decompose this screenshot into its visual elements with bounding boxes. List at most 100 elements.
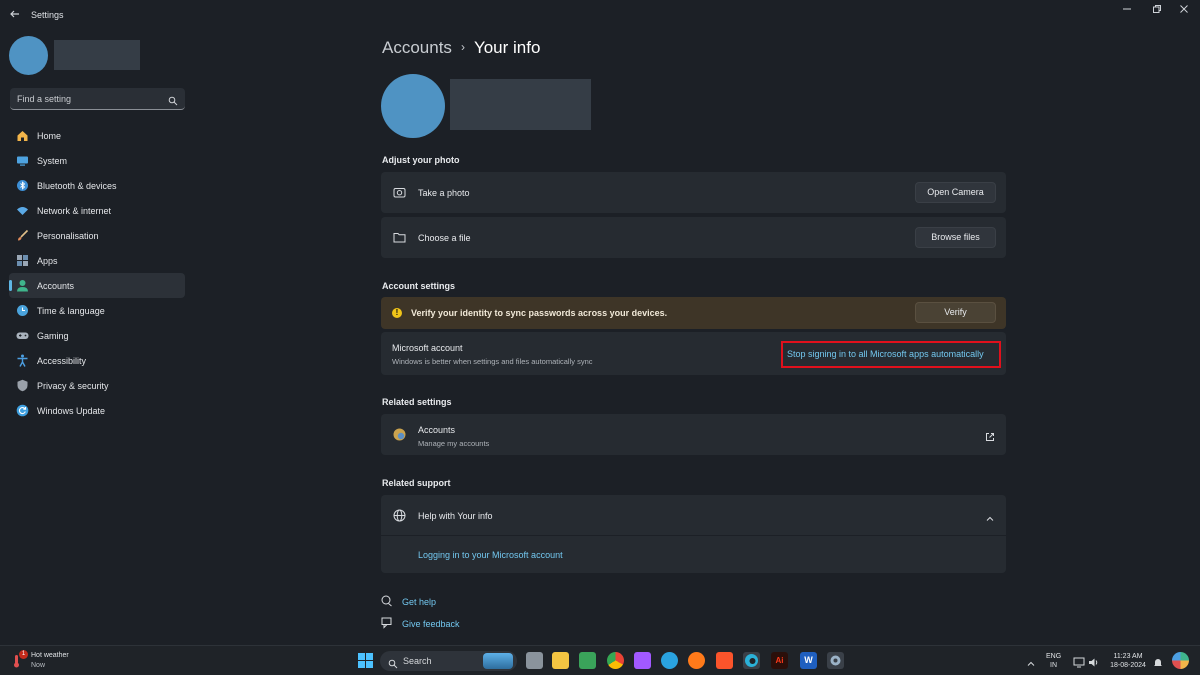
profile-name-redacted [450, 79, 591, 130]
sidebar-item-windows-update[interactable]: Windows Update [9, 398, 185, 423]
take-photo-label: Take a photo [418, 188, 470, 198]
user-avatar[interactable] [9, 36, 48, 75]
microsoft-account-subtitle: Windows is better when settings and file… [392, 357, 593, 366]
back-arrow-icon[interactable] [9, 8, 23, 22]
chevron-up-icon[interactable] [985, 511, 995, 521]
help-your-info-header[interactable]: Help with Your info [381, 495, 1006, 536]
sidebar-item-accessibility[interactable]: Accessibility [9, 348, 185, 373]
weather-badge: 1 [19, 650, 28, 659]
open-camera-button[interactable]: Open Camera [915, 182, 996, 203]
profile-avatar [381, 74, 445, 138]
sidebar-item-apps[interactable]: Apps [9, 248, 185, 273]
sidebar-item-privacy[interactable]: Privacy & security [9, 373, 185, 398]
clock-globe-icon [16, 304, 29, 317]
person-icon [16, 279, 29, 292]
sidebar-item-label: Gaming [37, 331, 69, 341]
close-icon[interactable] [1177, 4, 1191, 18]
sidebar-item-accounts[interactable]: Accounts [9, 273, 185, 298]
verify-identity-text: Verify your identity to sync passwords a… [411, 308, 668, 318]
breadcrumb: Accounts › Your info [382, 38, 540, 58]
telegram-icon[interactable] [661, 652, 678, 669]
accounts-globe-icon [393, 428, 406, 441]
browse-files-button[interactable]: Browse files [915, 227, 996, 248]
get-help-link[interactable]: Get help [402, 597, 436, 607]
weather-title: Hot weather [31, 652, 69, 659]
globe-icon [393, 509, 406, 522]
highlight-box [781, 341, 1001, 368]
sidebar-item-network[interactable]: Network & internet [9, 198, 185, 223]
clock-time[interactable]: 11:23 AM [1108, 652, 1148, 661]
controller-icon [16, 329, 29, 342]
copilot-icon[interactable] [1172, 652, 1189, 669]
app-green-icon[interactable] [579, 652, 596, 669]
help-your-info-title: Help with Your info [418, 511, 493, 521]
sidebar-item-label: Bluetooth & devices [37, 181, 117, 191]
find-setting-search-input[interactable]: Find a setting [10, 88, 185, 110]
title-bar: Settings [0, 0, 1200, 32]
user-name-redacted [54, 40, 140, 70]
accessibility-icon [16, 354, 29, 367]
sidebar-item-bluetooth[interactable]: Bluetooth & devices [9, 173, 185, 198]
firefox-icon[interactable] [688, 652, 705, 669]
brave-icon[interactable] [716, 652, 733, 669]
minimize-icon[interactable] [1120, 4, 1134, 18]
volume-icon[interactable] [1088, 655, 1100, 667]
search-highlight-image [483, 653, 513, 669]
chrome-icon[interactable] [607, 652, 624, 669]
breadcrumb-parent[interactable]: Accounts [382, 38, 452, 57]
verify-button[interactable]: Verify [915, 302, 996, 323]
taskbar-search[interactable]: Search [380, 651, 517, 671]
tray-chevron-up-icon[interactable] [1026, 656, 1036, 666]
brush-icon [16, 229, 29, 242]
take-photo-card: Take a photo Open Camera [381, 172, 1006, 213]
accounts-related-card[interactable]: Accounts Manage my accounts [381, 414, 1006, 455]
shield-icon [16, 379, 29, 392]
file-explorer-icon[interactable] [552, 652, 569, 669]
weather-widget[interactable]: 1 Hot weather Now [10, 650, 100, 672]
bluetooth-icon [16, 179, 29, 192]
task-view-icon[interactable] [526, 652, 543, 669]
sidebar-item-personalisation[interactable]: Personalisation [9, 223, 185, 248]
sidebar-item-label: Accounts [37, 281, 75, 291]
language-bottom[interactable]: IN [1050, 661, 1057, 670]
give-feedback-link[interactable]: Give feedback [402, 619, 460, 629]
sidebar: Find a setting Home System Bluetooth & d… [0, 32, 196, 644]
clock-date[interactable]: 18-08-2024 [1106, 661, 1150, 670]
sidebar-item-label: Apps [37, 256, 58, 266]
taskbar: 1 Hot weather Now Search Ai W ENG IN 11:… [0, 645, 1200, 675]
display-icon[interactable] [1073, 655, 1085, 668]
start-windows-icon[interactable] [357, 652, 374, 669]
figma-icon[interactable] [634, 652, 651, 669]
sidebar-item-label: Home [37, 131, 62, 141]
verify-identity-banner: ! Verify your identity to sync passwords… [381, 297, 1006, 329]
sidebar-item-system[interactable]: System [9, 148, 185, 173]
feedback-icon [381, 617, 393, 629]
breadcrumb-separator: › [460, 40, 465, 54]
sidebar-item-label: Accessibility [37, 356, 87, 366]
sidebar-item-label: Personalisation [37, 231, 99, 241]
word-icon[interactable]: W [800, 652, 817, 669]
sidebar-item-label: Privacy & security [37, 381, 109, 391]
choose-file-card: Choose a file Browse files [381, 217, 1006, 258]
choose-file-label: Choose a file [418, 233, 471, 243]
illustrator-icon[interactable]: Ai [771, 652, 788, 669]
accounts-related-subtitle: Manage my accounts [418, 439, 490, 448]
home-icon [16, 129, 29, 142]
language-top[interactable]: ENG [1046, 652, 1061, 661]
sidebar-item-home[interactable]: Home [9, 123, 185, 148]
sidebar-item-label: Time & language [37, 306, 105, 316]
accounts-related-title: Accounts [418, 425, 456, 435]
restore-icon[interactable] [1150, 4, 1164, 18]
sidebar-item-gaming[interactable]: Gaming [9, 323, 185, 348]
notification-bell-icon[interactable] [1153, 655, 1163, 666]
sidebar-item-time-language[interactable]: Time & language [9, 298, 185, 323]
settings-gear-icon[interactable] [827, 652, 844, 669]
edge-icon[interactable] [743, 652, 760, 669]
apps-icon [16, 254, 29, 267]
update-icon [16, 404, 29, 417]
account-settings-heading: Account settings [382, 281, 456, 291]
warning-icon: ! [392, 308, 402, 318]
taskbar-search-icon [388, 656, 398, 669]
logging-in-link[interactable]: Logging in to your Microsoft account [418, 550, 563, 560]
search-icon[interactable] [168, 93, 178, 106]
